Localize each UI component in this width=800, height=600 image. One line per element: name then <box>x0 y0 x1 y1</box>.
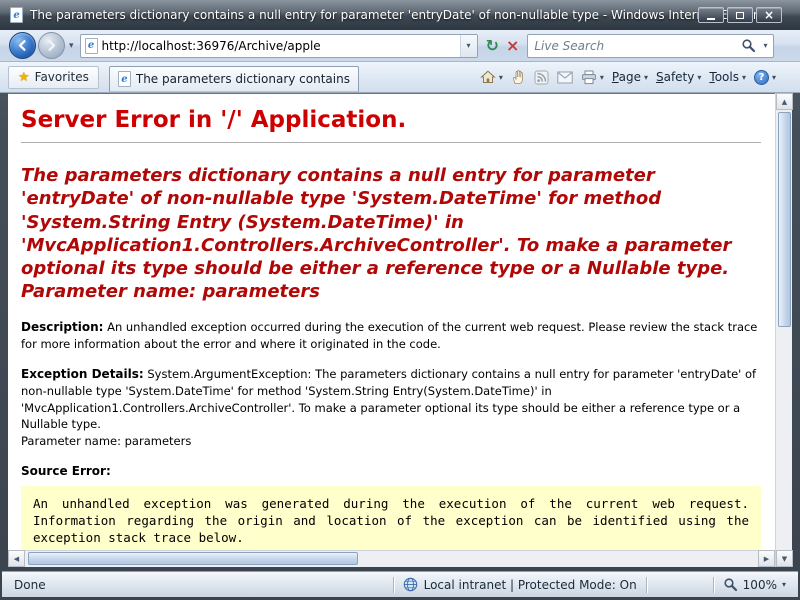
horizontal-scroll-thumb[interactable] <box>28 552 358 565</box>
page-menu-button[interactable]: Page ▾ <box>612 70 648 84</box>
horizontal-scrollbar[interactable]: ◀ ▶ <box>8 550 775 567</box>
back-arrow-icon <box>15 38 30 53</box>
scroll-right-button[interactable]: ▶ <box>758 550 775 567</box>
browser-viewport: Server Error in '/' Application. The par… <box>8 93 775 567</box>
feeds-button[interactable] <box>534 70 549 85</box>
scroll-down-button[interactable]: ▼ <box>776 550 793 567</box>
navigation-bar: ▾ e ▾ ↻ × ▾ <box>0 30 800 62</box>
rss-feed-icon <box>534 70 549 85</box>
close-icon: × <box>764 9 774 21</box>
zoom-magnifier-icon <box>723 577 738 592</box>
page-title: Server Error in '/' Application. <box>21 107 761 133</box>
home-chevron-icon: ▾ <box>499 73 503 82</box>
scroll-up-button[interactable]: ▲ <box>776 93 793 110</box>
statusbar-separator <box>646 577 647 593</box>
page-menu-label: Page <box>612 70 641 84</box>
globe-icon <box>403 577 418 592</box>
error-message-text: The parameters dictionary contains a nul… <box>21 165 731 278</box>
zoom-chevron-icon: ▾ <box>782 580 786 589</box>
help-menu-button[interactable]: ? ▾ <box>754 70 776 85</box>
ie-page-icon: e <box>10 7 23 23</box>
mail-icon <box>557 71 573 84</box>
search-dropdown-button[interactable]: ▾ <box>758 41 773 50</box>
recent-pages-chevron-icon[interactable]: ▾ <box>69 41 74 51</box>
statusbar-separator <box>713 577 714 593</box>
maximize-button[interactable] <box>727 7 753 23</box>
favorites-button[interactable]: ★ Favorites <box>8 66 99 89</box>
tab-current-page[interactable]: e The parameters dictionary contains a .… <box>109 66 359 92</box>
source-error-line: Information regarding the origin and loc… <box>33 512 749 529</box>
hand-icon <box>511 69 526 85</box>
forward-arrow-icon <box>44 38 59 53</box>
status-bar: Done Local intranet | Protected Mode: On… <box>2 571 798 597</box>
minimize-button[interactable] <box>698 7 724 23</box>
safety-menu-label: Safety <box>656 70 694 84</box>
tab-title: The parameters dictionary contains a ... <box>136 72 350 86</box>
statusbar-separator <box>393 577 394 593</box>
print-button[interactable]: ▾ <box>581 70 604 85</box>
error-message-heading: The parameters dictionary contains a nul… <box>21 164 761 302</box>
tools-chevron-icon: ▾ <box>742 73 746 82</box>
error-page: Server Error in '/' Application. The par… <box>8 94 775 567</box>
maximize-icon <box>736 12 744 19</box>
read-mail-button[interactable] <box>557 71 573 84</box>
window-controls: × <box>698 7 782 23</box>
help-chevron-icon: ▾ <box>772 73 776 82</box>
exception-parameter-text: Parameter name: parameters <box>21 434 191 448</box>
print-chevron-icon: ▾ <box>600 73 604 82</box>
scroll-left-button[interactable]: ◀ <box>8 550 25 567</box>
favorites-label: Favorites <box>35 70 89 84</box>
command-bar: ★ Favorites e The parameters dictionary … <box>0 62 800 93</box>
search-input[interactable] <box>528 39 738 53</box>
divider <box>21 142 761 143</box>
source-error-box: An unhandled exception was generated dur… <box>21 486 761 555</box>
back-button[interactable] <box>9 32 36 59</box>
favorites-star-icon: ★ <box>18 70 30 85</box>
source-error-line: An unhandled exception was generated dur… <box>33 495 749 512</box>
page-icon: e <box>85 38 98 54</box>
zoom-level: 100% <box>743 578 777 592</box>
home-button[interactable]: ▾ <box>480 69 503 85</box>
security-zone-text: Local intranet | Protected Mode: On <box>424 578 637 592</box>
source-error-label: Source Error: <box>21 464 761 478</box>
zoom-control[interactable]: 100% ▾ <box>723 577 786 592</box>
description-text: An unhandled exception occurred during t… <box>21 320 757 351</box>
safety-chevron-icon: ▾ <box>697 73 701 82</box>
tools-menu-button[interactable]: Tools ▾ <box>709 70 746 84</box>
forward-button[interactable] <box>38 32 65 59</box>
window-title: The parameters dictionary contains a nul… <box>30 8 770 22</box>
search-icon[interactable] <box>738 38 758 53</box>
help-icon: ? <box>754 70 769 85</box>
titlebar[interactable]: e The parameters dictionary contains a n… <box>0 0 800 30</box>
refresh-button[interactable]: ↻ <box>486 38 499 54</box>
hand-tool-button[interactable] <box>511 69 526 85</box>
tools-menu-label: Tools <box>709 70 739 84</box>
exception-details-label: Exception Details: <box>21 367 144 381</box>
tab-page-icon: e <box>118 71 131 87</box>
description-paragraph: Description: An unhandled exception occu… <box>21 319 761 353</box>
safety-menu-button[interactable]: Safety ▾ <box>656 70 701 84</box>
minimize-icon <box>707 18 715 20</box>
address-dropdown-button[interactable]: ▾ <box>460 35 477 57</box>
printer-icon <box>581 70 597 85</box>
url-input[interactable] <box>98 39 460 53</box>
exception-details-paragraph: Exception Details: System.ArgumentExcept… <box>21 366 761 450</box>
security-zone[interactable]: Local intranet | Protected Mode: On <box>403 577 637 592</box>
vertical-scroll-thumb[interactable] <box>778 112 791 327</box>
address-bar[interactable]: e ▾ <box>80 34 478 58</box>
home-icon <box>480 69 496 85</box>
ie-window: e The parameters dictionary contains a n… <box>0 0 800 600</box>
close-button[interactable]: × <box>756 7 782 23</box>
search-box[interactable]: ▾ <box>527 34 774 58</box>
vertical-scrollbar[interactable]: ▲ ▼ <box>775 93 792 567</box>
stop-button[interactable]: × <box>506 38 519 54</box>
source-error-line: exception stack trace below. <box>33 529 749 546</box>
error-parameter-text: Parameter name: parameters <box>21 281 320 302</box>
page-chevron-icon: ▾ <box>644 73 648 82</box>
status-text: Done <box>14 578 384 592</box>
description-label: Description: <box>21 320 103 334</box>
command-toolbar: ▾ ▾ Page ▾ Safety ▾ <box>480 69 776 85</box>
